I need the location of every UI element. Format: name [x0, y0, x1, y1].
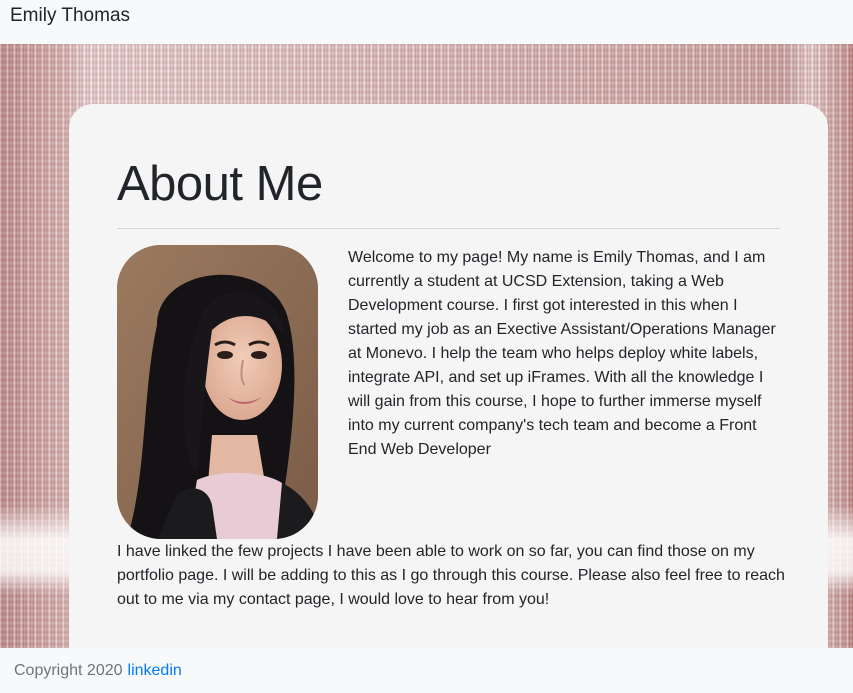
title-divider	[117, 228, 780, 229]
linkedin-link[interactable]: linkedin	[128, 662, 182, 680]
footer: Copyright 2020 linkedin	[0, 648, 853, 693]
navbar: Emily Thomas	[0, 0, 853, 44]
copyright-text: Copyright 2020	[14, 661, 123, 679]
page-title: About Me	[117, 157, 323, 211]
brand-link[interactable]: Emily Thomas	[10, 5, 130, 27]
portfolio-paragraph: I have linked the few projects I have be…	[117, 543, 785, 608]
about-card: About Me Welcome to my page! My name is …	[69, 104, 828, 648]
profile-photo	[117, 245, 318, 539]
profile-photo-illustration	[117, 245, 318, 539]
intro-paragraph: Welcome to my page! My name is Emily Tho…	[348, 249, 776, 458]
background-texture: About Me Welcome to my page! My name is …	[0, 44, 853, 648]
